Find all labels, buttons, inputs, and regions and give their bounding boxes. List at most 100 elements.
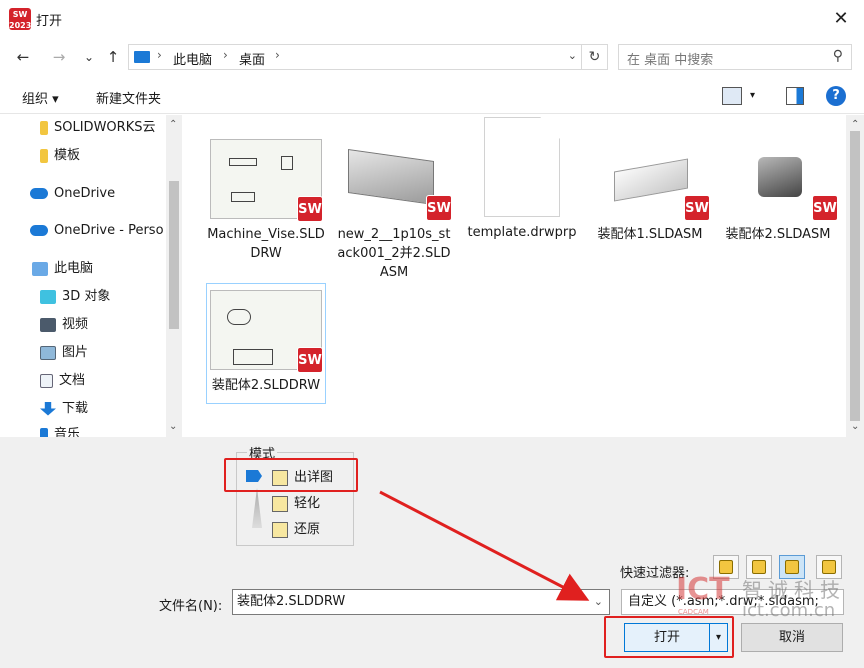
sidebar-item-templates[interactable]: 模板 [40, 145, 80, 167]
scrollbar-thumb[interactable] [169, 181, 179, 329]
search-icon[interactable]: ⚲ [833, 48, 843, 64]
3d-objects-icon [40, 289, 56, 304]
breadcrumb-separator: › [275, 48, 280, 62]
file-list-scrollbar[interactable]: ⌃ ⌄ [846, 115, 864, 437]
watermark-company: 智诚科技 [742, 578, 846, 602]
drawing-view-shape [281, 156, 293, 170]
blank-file-icon [484, 117, 560, 217]
address-bar[interactable]: › 此电脑 › 桌面 › ⌄ ↻ [128, 44, 608, 70]
solidworks-icon: SW [426, 195, 452, 221]
scroll-up-icon[interactable]: ⌃ [851, 119, 859, 130]
solidworks-icon: SW [297, 347, 323, 373]
scroll-down-icon[interactable]: ⌄ [851, 421, 859, 432]
breadcrumb-separator: › [157, 48, 162, 62]
sidebar-item-documents[interactable]: 文档 [40, 370, 85, 392]
sidebar-item-downloads[interactable]: 下载 [40, 398, 88, 420]
solidworks-icon: SW [684, 195, 710, 221]
watermark-subtitle: CADCAM [678, 608, 709, 616]
scroll-down-icon[interactable]: ⌄ [169, 421, 177, 432]
mode-option-resolved[interactable]: 还原 [272, 520, 320, 540]
drawing-thumbnail: SW [210, 290, 323, 373]
file-item[interactable]: SW Machine_Vise.SLDDRW [206, 133, 326, 263]
help-icon[interactable]: ? [826, 86, 846, 106]
breadcrumb-desktop[interactable]: 桌面 [239, 49, 265, 68]
watermark-url: ict.com.cn [742, 600, 836, 621]
up-arrow-icon[interactable]: ↑ [102, 46, 124, 68]
sidebar-item-this-pc[interactable]: 此电脑 [32, 258, 93, 280]
file-item[interactable]: template.drwprp [462, 117, 582, 242]
filename-label: 文件名(N): [159, 599, 223, 614]
file-item-selected[interactable]: SW 装配体2.SLDDRW [206, 283, 326, 404]
navigation-bar: ← → ⌄ ↑ › 此电脑 › 桌面 › ⌄ ↻ 在 桌面 中搜索 ⚲ [0, 38, 864, 74]
folder-icon [40, 148, 48, 163]
music-icon [40, 427, 48, 437]
file-name: template.drwprp [467, 225, 577, 240]
breadcrumb-separator: › [223, 48, 228, 62]
new-folder-button[interactable]: 新建文件夹 [96, 88, 161, 107]
file-name: Machine_Vise.SLDDRW [207, 227, 325, 261]
preview-pane-icon[interactable] [786, 87, 804, 105]
address-dropdown-icon[interactable]: ⌄ [568, 49, 577, 62]
assembly-thumbnail: SW [728, 139, 838, 221]
file-name: 装配体2.SLDASM [725, 227, 831, 242]
sidebar-item-videos[interactable]: 视频 [40, 314, 88, 336]
pictures-icon [40, 345, 56, 360]
cancel-button[interactable]: 取消 [741, 623, 843, 652]
filename-input[interactable]: 装配体2.SLDDRW ⌄ [232, 589, 610, 615]
navigation-pane: SOLIDWORKS云 模板 OneDrive OneDrive - Perso… [0, 115, 182, 437]
command-toolbar: 组织 ▾ 新建文件夹 ▾ ? [0, 78, 864, 114]
scrollbar-thumb[interactable] [850, 131, 860, 421]
window-title: 打开 [36, 14, 63, 29]
close-button[interactable]: ✕ [828, 6, 854, 32]
filename-dropdown-icon[interactable]: ⌄ [594, 590, 603, 614]
solidworks-app-icon: SW 2023 [9, 8, 32, 30]
drawing-view-shape [229, 158, 257, 166]
view-mode-icon[interactable] [722, 87, 742, 105]
title-block-shape [233, 349, 273, 365]
file-item[interactable]: SW 装配体1.SLDASM [590, 133, 710, 244]
battery-pack-shape [348, 148, 434, 206]
cloud-icon [30, 188, 48, 199]
computer-icon [134, 51, 150, 63]
breadcrumb-this-pc[interactable]: 此电脑 [173, 49, 212, 68]
fixture-shape [758, 157, 802, 197]
sidebar-item-onedrive-personal[interactable]: OneDrive - Perso [30, 220, 164, 242]
drawing-view-shape [227, 309, 251, 325]
annotation-highlight-mode [224, 458, 358, 492]
file-name: new_2__1p10s_stack001_2并2.SLDASM [337, 227, 451, 280]
sidebar-scrollbar[interactable]: ⌃ ⌄ [166, 115, 182, 437]
file-item[interactable]: SW 装配体2.SLDASM [718, 133, 838, 244]
forward-arrow-icon[interactable]: → [48, 46, 70, 68]
resolved-icon [272, 521, 288, 538]
computer-icon [32, 261, 48, 276]
assembly-thumbnail: SW [600, 139, 710, 221]
file-name: 装配体1.SLDASM [597, 227, 703, 242]
file-list: SW Machine_Vise.SLDDRW SW new_2__1p10s_s… [184, 115, 846, 437]
file-item[interactable]: SW new_2__1p10s_stack001_2并2.SLDASM [334, 133, 454, 282]
scroll-up-icon[interactable]: ⌃ [169, 119, 177, 130]
sidebar-item-pictures[interactable]: 图片 [40, 342, 88, 364]
back-arrow-icon[interactable]: ← [12, 46, 34, 68]
sidebar-item-music[interactable]: 音乐 [40, 424, 80, 437]
folder-icon [40, 120, 48, 135]
refresh-icon[interactable]: ↻ [581, 45, 607, 69]
file-name: 装配体2.SLDDRW [211, 378, 321, 393]
sidebar-item-3d-objects[interactable]: 3D 对象 [40, 286, 110, 308]
search-box[interactable]: 在 桌面 中搜索 ⚲ [618, 44, 852, 70]
sidebar-item-solidworks-cloud[interactable]: SOLIDWORKS云 [40, 117, 155, 139]
drawing-thumbnail: SW [210, 139, 323, 222]
history-dropdown-icon[interactable]: ⌄ [78, 46, 100, 68]
view-dropdown-icon[interactable]: ▾ [750, 90, 755, 101]
search-placeholder: 在 桌面 中搜索 [627, 53, 714, 68]
organize-button[interactable]: 组织 ▾ [22, 88, 59, 107]
drawing-view-shape [231, 192, 255, 202]
watermark-logo: ICT [676, 572, 730, 607]
solidworks-icon: SW [812, 195, 838, 221]
filename-value: 装配体2.SLDDRW [237, 594, 346, 609]
documents-icon [40, 373, 53, 388]
assembly-thumbnail: SW [344, 139, 452, 221]
watermark: ICT CADCAM 智诚科技 ict.com.cn [676, 572, 856, 626]
lightweight-icon [272, 495, 288, 512]
mode-option-lightweight[interactable]: 轻化 [272, 494, 320, 514]
sidebar-item-onedrive[interactable]: OneDrive [30, 183, 115, 205]
